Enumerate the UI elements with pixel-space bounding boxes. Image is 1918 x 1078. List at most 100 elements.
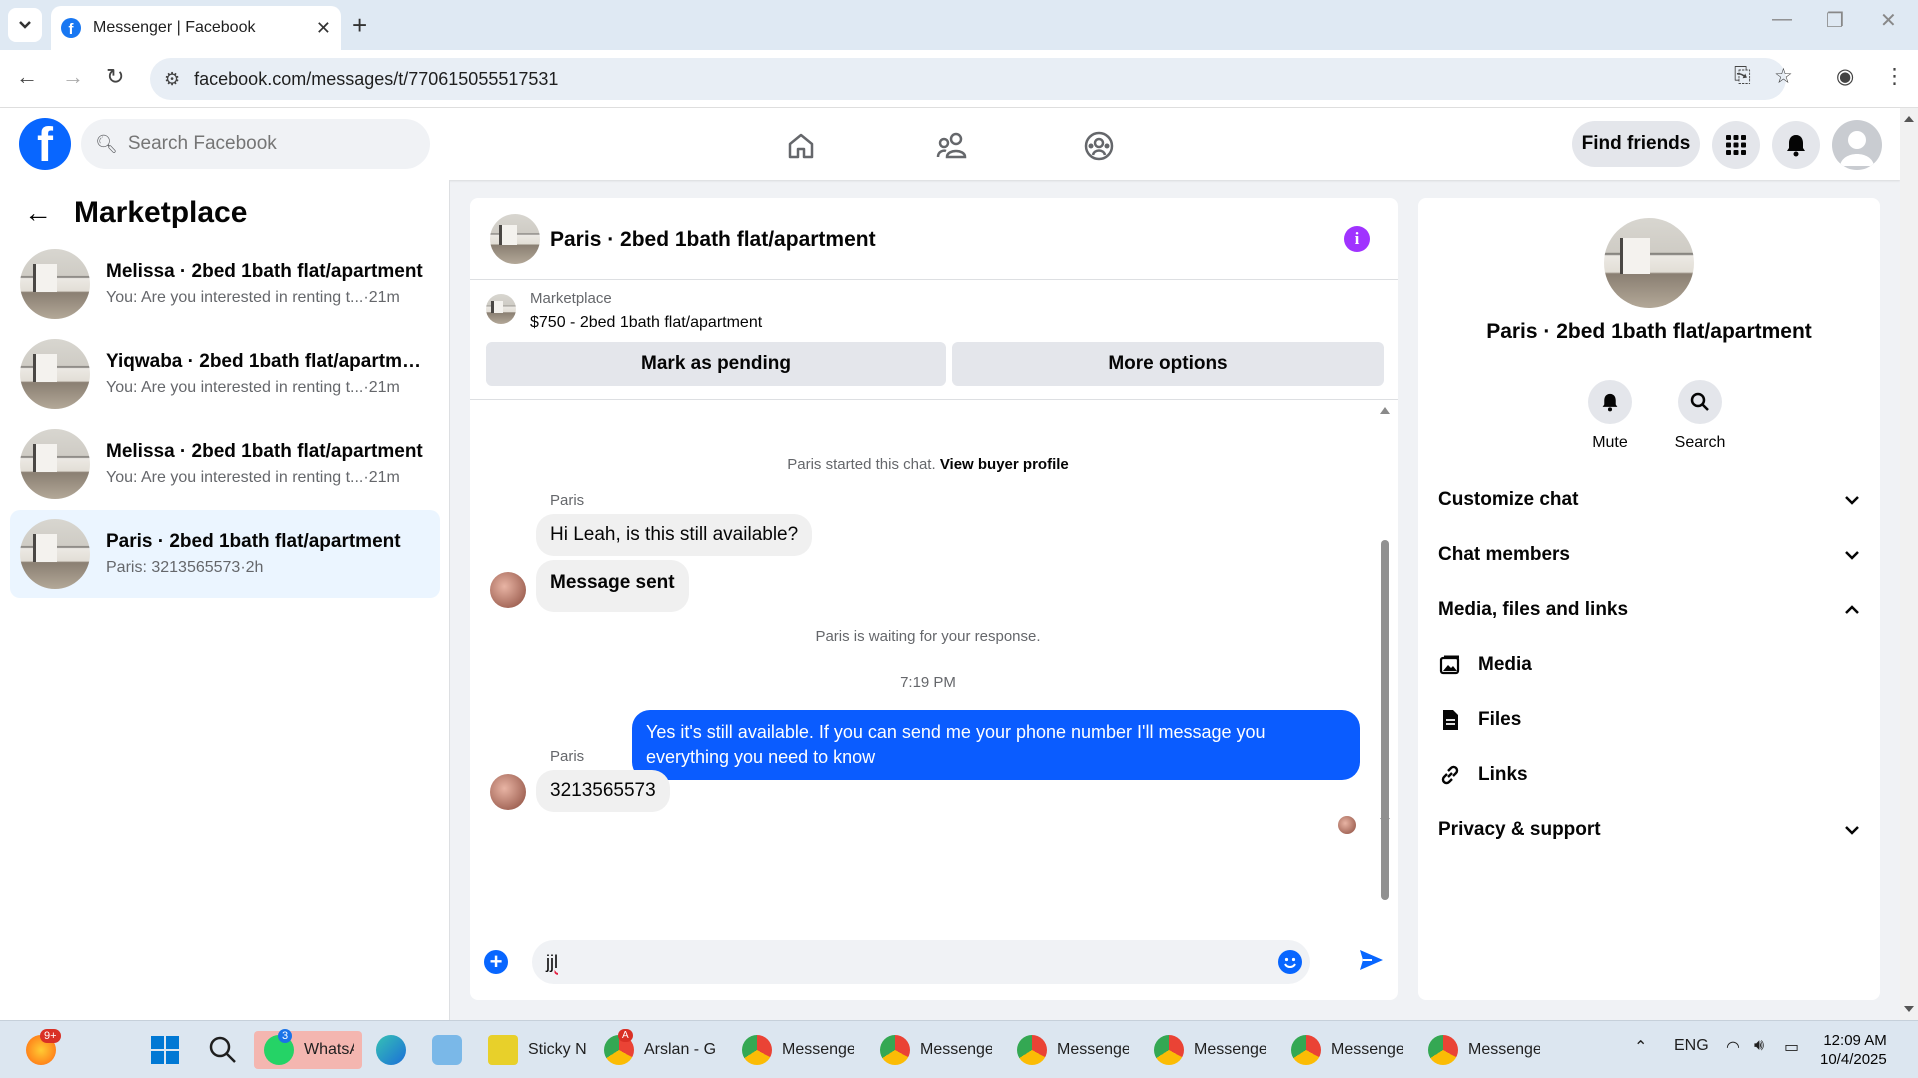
friends-icon[interactable] [932,126,972,166]
forward-icon[interactable]: → [62,64,84,90]
conversation-time: ·2h [240,559,264,576]
more-options-button[interactable]: More options [952,342,1384,386]
site-info-icon[interactable]: ⚙ [164,69,180,90]
customize-chat-row[interactable]: Customize chat [1438,480,1860,520]
facebook-logo-icon[interactable]: f [19,118,71,170]
tab-close-icon[interactable]: ✕ [316,18,331,39]
groups-icon[interactable] [1079,126,1119,166]
conversation-item[interactable]: Melissa · 2bed 1bath flat/apartment You:… [10,420,440,508]
marketplace-listing-strip: Marketplace $750 - 2bed 1bath flat/apart… [470,280,1398,400]
firefox-taskbar-item[interactable]: 9+ [26,1029,61,1069]
messenger-taskbar-item[interactable]: Messenger [742,1031,854,1069]
privacy-support-row[interactable]: Privacy & support [1438,810,1860,850]
account-avatar[interactable] [1832,120,1882,170]
marketplace-title: Marketplace [74,196,248,229]
media-files-links-row[interactable]: Media, files and links [1438,590,1860,630]
close-window-icon[interactable]: ✕ [1880,8,1897,33]
browser-menu-icon[interactable]: ⋮ [1884,64,1905,89]
back-icon[interactable]: ← [16,64,38,90]
bookmark-star-icon[interactable]: ☆ [1774,64,1793,89]
file-icon [1438,708,1462,732]
browser-tab[interactable]: f Messenger | Facebook ✕ [51,6,341,50]
search-label: Search [1674,434,1726,451]
view-buyer-profile-link[interactable]: View buyer profile [940,456,1069,473]
privacy-support-label: Privacy & support [1438,819,1601,840]
message-input[interactable]: jjl [532,940,1310,984]
conversation-item[interactable]: Melissa · 2bed 1bath flat/apartment You:… [10,240,440,328]
chrome-icon [880,1035,910,1065]
clock-time: 12:09 AM [1823,1032,1887,1049]
info-icon[interactable]: i [1344,226,1370,252]
wifi-icon[interactable]: ◠ [1726,1037,1740,1057]
snipping-tool-taskbar-item[interactable] [432,1031,462,1069]
conversation-name: Yiqwaba · 2bed 1bath flat/apartme... [106,351,426,372]
page-scroll-up-icon[interactable] [1900,112,1918,126]
system-clock[interactable]: 12:09 AM 10/4/2025 [1820,1031,1887,1069]
messenger-taskbar-item[interactable]: Messenger [1428,1031,1540,1069]
tab-search-button[interactable] [8,8,42,42]
messenger-label: Messenger [1194,1041,1266,1058]
bell-icon [1588,380,1632,424]
chrome-icon [1291,1035,1321,1065]
battery-icon[interactable]: ▭ [1784,1037,1799,1057]
listing-thumbnail [20,249,90,319]
conversation-item-active[interactable]: Paris · 2bed 1bath flat/apartment Paris:… [10,510,440,598]
page-scrollbar[interactable] [1900,108,1918,1020]
chrome-arslan-taskbar-item[interactable]: A Arslan - Gc [604,1029,716,1069]
restore-icon[interactable]: ❐ [1826,8,1844,33]
scroll-up-icon[interactable] [1378,404,1392,416]
emoji-icon[interactable] [1278,950,1302,974]
conversation-name: Paris · 2bed 1bath flat/apartment [106,531,401,552]
sender-avatar[interactable] [490,774,526,810]
menu-grid-icon[interactable] [1712,121,1760,169]
notifications-bell-icon[interactable] [1772,121,1820,169]
mute-button[interactable]: Mute [1570,380,1650,452]
find-friends-button[interactable]: Find friends [1572,121,1700,167]
facebook-search-input[interactable] [127,133,408,155]
send-icon[interactable] [1357,946,1385,974]
whatsapp-icon: 3 [264,1029,294,1065]
sticky-notes-taskbar-item[interactable]: Sticky N [488,1031,588,1069]
tray-chevron-up-icon[interactable]: ⌃ [1634,1037,1647,1057]
chat-info-panel: Paris · 2bed 1bath flat/apartment Mute S… [1418,198,1880,1000]
url-bar[interactable]: ⚙ facebook.com/messages/t/77061505551753… [150,58,1786,100]
media-item[interactable]: Media [1438,645,1532,685]
language-indicator[interactable]: ENG [1674,1037,1709,1055]
taskbar-search-button[interactable] [208,1031,238,1069]
arslan-label: Arslan - Gc [644,1041,716,1058]
mark-as-pending-button[interactable]: Mark as pending [486,342,946,386]
reload-icon[interactable]: ↻ [106,64,124,90]
messenger-taskbar-item[interactable]: Messenger [1154,1031,1266,1069]
sender-avatar[interactable] [490,572,526,608]
volume-icon[interactable]: 🔊︎ [1754,1037,1764,1055]
files-item[interactable]: Files [1438,700,1521,740]
profile-icon[interactable]: ◉ [1836,64,1854,89]
facebook-search[interactable]: 🔍︎ [81,119,430,169]
more-actions-plus-icon[interactable]: + [484,950,508,974]
back-arrow-icon[interactable]: ← [24,197,52,229]
sticky-notes-icon [488,1035,518,1065]
messenger-taskbar-item[interactable]: Messenger [1291,1031,1403,1069]
start-button[interactable] [150,1031,180,1069]
install-app-icon[interactable]: ⎘ [1734,64,1751,88]
chat-members-row[interactable]: Chat members [1438,535,1860,575]
chat-listing-thumbnail[interactable] [490,214,540,264]
listing-price[interactable]: $750 - 2bed 1bath flat/apartment [530,314,762,332]
message-scrollbar-thumb[interactable] [1381,540,1389,900]
search-in-chat-button[interactable]: Search [1660,380,1740,452]
page-scroll-down-icon[interactable] [1900,1002,1918,1016]
edge-icon [376,1035,406,1065]
messenger-taskbar-item[interactable]: Messenger [1017,1031,1129,1069]
new-tab-button[interactable]: + [352,10,367,41]
messenger-taskbar-item[interactable]: Messenger [880,1031,992,1069]
messenger-label: Messenger [782,1041,854,1058]
chat-started-notice: Paris started this chat. View buyer prof… [470,456,1386,473]
minimize-icon[interactable]: — [1772,8,1792,31]
whatsapp-taskbar-item[interactable]: 3 WhatsA [254,1029,362,1069]
links-item[interactable]: Links [1438,755,1528,795]
messenger-label: Messenger [1468,1041,1540,1058]
edge-taskbar-item[interactable] [376,1031,406,1069]
chat-title[interactable]: Paris · 2bed 1bath flat/apartment [550,228,876,252]
home-icon[interactable] [781,126,821,166]
conversation-item[interactable]: Yiqwaba · 2bed 1bath flat/apartme... You… [10,330,440,418]
